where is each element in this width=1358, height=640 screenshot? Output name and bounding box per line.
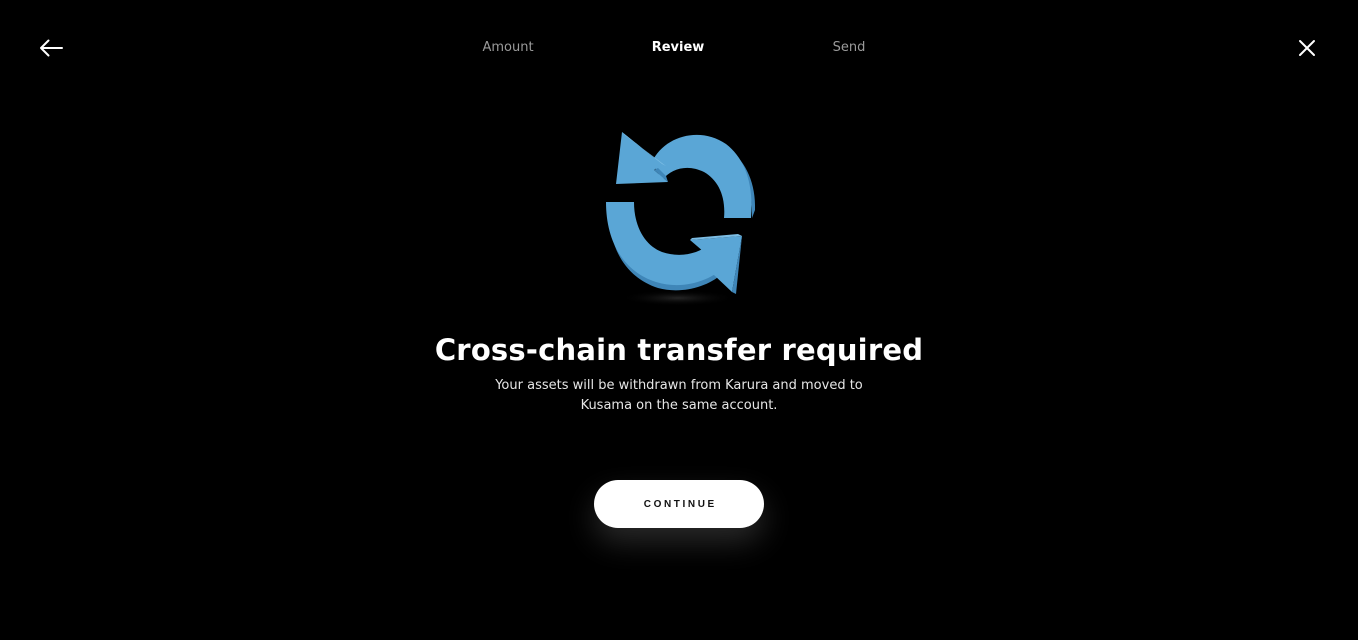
stepper: Amount Review Send (0, 38, 1358, 58)
continue-button-label: CONTINUE (643, 498, 717, 510)
page-title: Cross-chain transfer required (434, 333, 924, 367)
hero-illustration (596, 118, 766, 308)
refresh-arrows-icon (606, 132, 756, 306)
continue-button[interactable]: CONTINUE (594, 480, 764, 528)
close-button[interactable] (1289, 32, 1325, 64)
page-subtitle: Your assets will be withdrawn from Karur… (495, 378, 863, 413)
step-amount[interactable]: Amount (482, 38, 533, 58)
step-review[interactable]: Review (652, 38, 705, 58)
close-icon (1299, 40, 1315, 56)
step-send[interactable]: Send (833, 38, 866, 58)
